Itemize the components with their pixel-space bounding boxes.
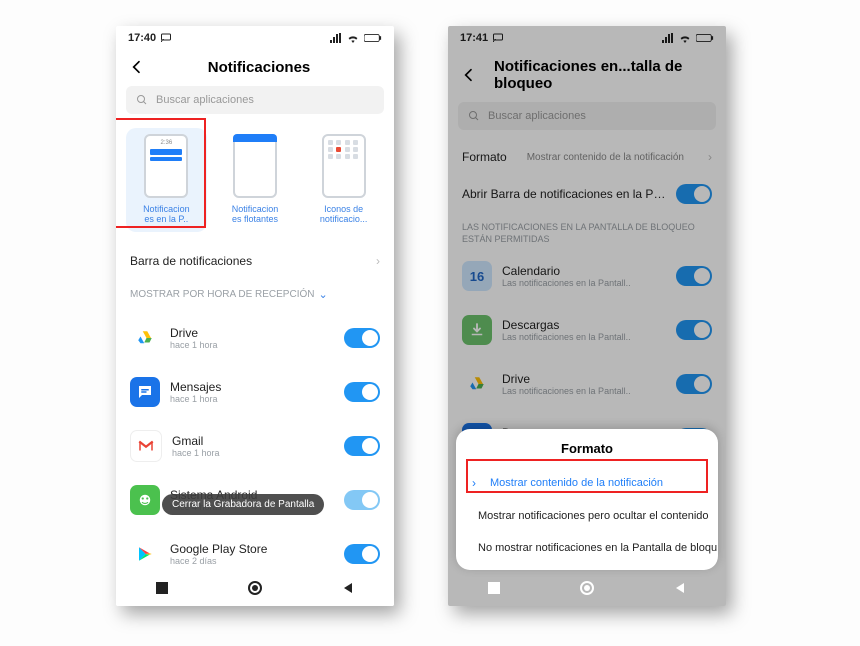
card-lockscreen-notifications[interactable]: 2:36 Notificacion es en la P.. — [126, 128, 207, 232]
header: Notificaciones en...talla de bloqueo — [448, 50, 726, 102]
cast-icon — [492, 32, 504, 44]
toggle[interactable] — [676, 266, 712, 286]
drive-icon — [462, 369, 492, 399]
wifi-icon — [678, 33, 692, 43]
phone-screenshot-right: 17:41 Notificaciones en...talla de bloqu… — [448, 26, 726, 606]
nav-recent-button[interactable] — [153, 579, 171, 597]
app-row-mensajes[interactable]: Mensajeshace 1 hora — [116, 365, 394, 419]
back-button[interactable] — [460, 66, 478, 84]
signal-icon — [662, 33, 674, 43]
app-list: Drivehace 1 hora Mensajeshace 1 hora Gma… — [116, 311, 394, 606]
sheet-option-no-notifications[interactable]: No mostrar notificaciones en la Pantalla… — [456, 532, 718, 564]
calendar-icon: 16 — [462, 261, 492, 291]
nav-home-button[interactable] — [578, 579, 596, 597]
row-format[interactable]: Formato Mostrar contenido de la notifica… — [448, 140, 726, 174]
page-title: Notificaciones en...talla de bloqueo — [494, 58, 714, 92]
status-time: 17:40 — [128, 32, 156, 44]
downloads-icon — [462, 315, 492, 345]
search-icon — [468, 110, 480, 122]
cast-icon — [160, 32, 172, 44]
gmail-icon — [130, 430, 162, 462]
search-input[interactable]: Buscar aplicaciones — [458, 102, 716, 130]
nav-home-button[interactable] — [246, 579, 264, 597]
toggle[interactable] — [344, 490, 380, 510]
notification-style-cards: 2:36 Notificacion es en la P.. Notificac… — [116, 124, 394, 244]
row-notification-bar[interactable]: Barra de notificaciones › — [116, 244, 394, 278]
card-floating-notifications[interactable]: Notificacion es flotantes — [215, 128, 296, 232]
chevron-right-icon: › — [708, 150, 712, 164]
nav-recent-button[interactable] — [485, 579, 503, 597]
sheet-title: Formato — [456, 437, 718, 466]
android-navbar — [116, 570, 394, 606]
chevron-right-icon: › — [376, 254, 380, 268]
toggle[interactable] — [676, 374, 712, 394]
battery-icon — [696, 33, 714, 43]
nav-back-button[interactable] — [671, 579, 689, 597]
phone-screenshot-left: 17:40 Notificaciones Buscar aplicaciones — [116, 26, 394, 606]
signal-icon — [330, 33, 342, 43]
app-row-drive[interactable]: Drivehace 1 hora — [116, 311, 394, 365]
status-bar: 17:41 — [448, 26, 726, 50]
messages-icon — [130, 377, 160, 407]
format-bottom-sheet: Formato › Mostrar contenido de la notifi… — [456, 429, 718, 570]
toggle[interactable] — [344, 436, 380, 456]
back-button[interactable] — [128, 58, 146, 76]
checkmark-icon: › — [472, 476, 484, 490]
android-icon — [130, 485, 160, 515]
play-store-icon — [130, 539, 160, 569]
sheet-option-show-content[interactable]: › Mostrar contenido de la notificación — [456, 466, 718, 500]
nav-back-button[interactable] — [339, 579, 357, 597]
toggle[interactable] — [676, 184, 712, 204]
sort-header[interactable]: MOSTRAR POR HORA DE RECEPCIÓN ⌄ — [116, 278, 394, 311]
wifi-icon — [346, 33, 360, 43]
toggle[interactable] — [676, 320, 712, 340]
card-notification-icons[interactable]: Iconos de notificacio... — [303, 128, 384, 232]
drive-icon — [130, 323, 160, 353]
app-row-gmail[interactable]: Gmailhace 1 hora — [116, 419, 394, 473]
status-time: 17:41 — [460, 32, 488, 44]
search-icon — [136, 94, 148, 106]
page-title: Notificaciones — [158, 59, 360, 76]
chevron-down-icon: ⌄ — [318, 288, 327, 301]
section-header-allowed: LAS NOTIFICACIONES EN LA PANTALLA DE BLO… — [448, 214, 726, 249]
toggle[interactable] — [344, 328, 380, 348]
search-placeholder: Buscar aplicaciones — [488, 110, 586, 122]
toggle[interactable] — [344, 544, 380, 564]
app-row-descargas[interactable]: DescargasLas notificaciones en la Pantal… — [448, 303, 726, 357]
android-navbar — [448, 570, 726, 606]
search-input[interactable]: Buscar aplicaciones — [126, 86, 384, 114]
status-bar: 17:40 — [116, 26, 394, 50]
app-row-calendario[interactable]: 16 CalendarioLas notificaciones en la Pa… — [448, 249, 726, 303]
battery-icon — [364, 33, 382, 43]
screen-recorder-toast: Cerrar la Grabadora de Pantalla — [162, 494, 324, 515]
sheet-option-hide-content[interactable]: Mostrar notificaciones pero ocultar el c… — [456, 500, 718, 532]
header: Notificaciones — [116, 50, 394, 86]
row-open-notification-bar[interactable]: Abrir Barra de notificaciones en la Pant… — [448, 174, 726, 214]
search-placeholder: Buscar aplicaciones — [156, 94, 254, 106]
toggle[interactable] — [344, 382, 380, 402]
app-row-drive[interactable]: DriveLas notificaciones en la Pantall.. — [448, 357, 726, 411]
